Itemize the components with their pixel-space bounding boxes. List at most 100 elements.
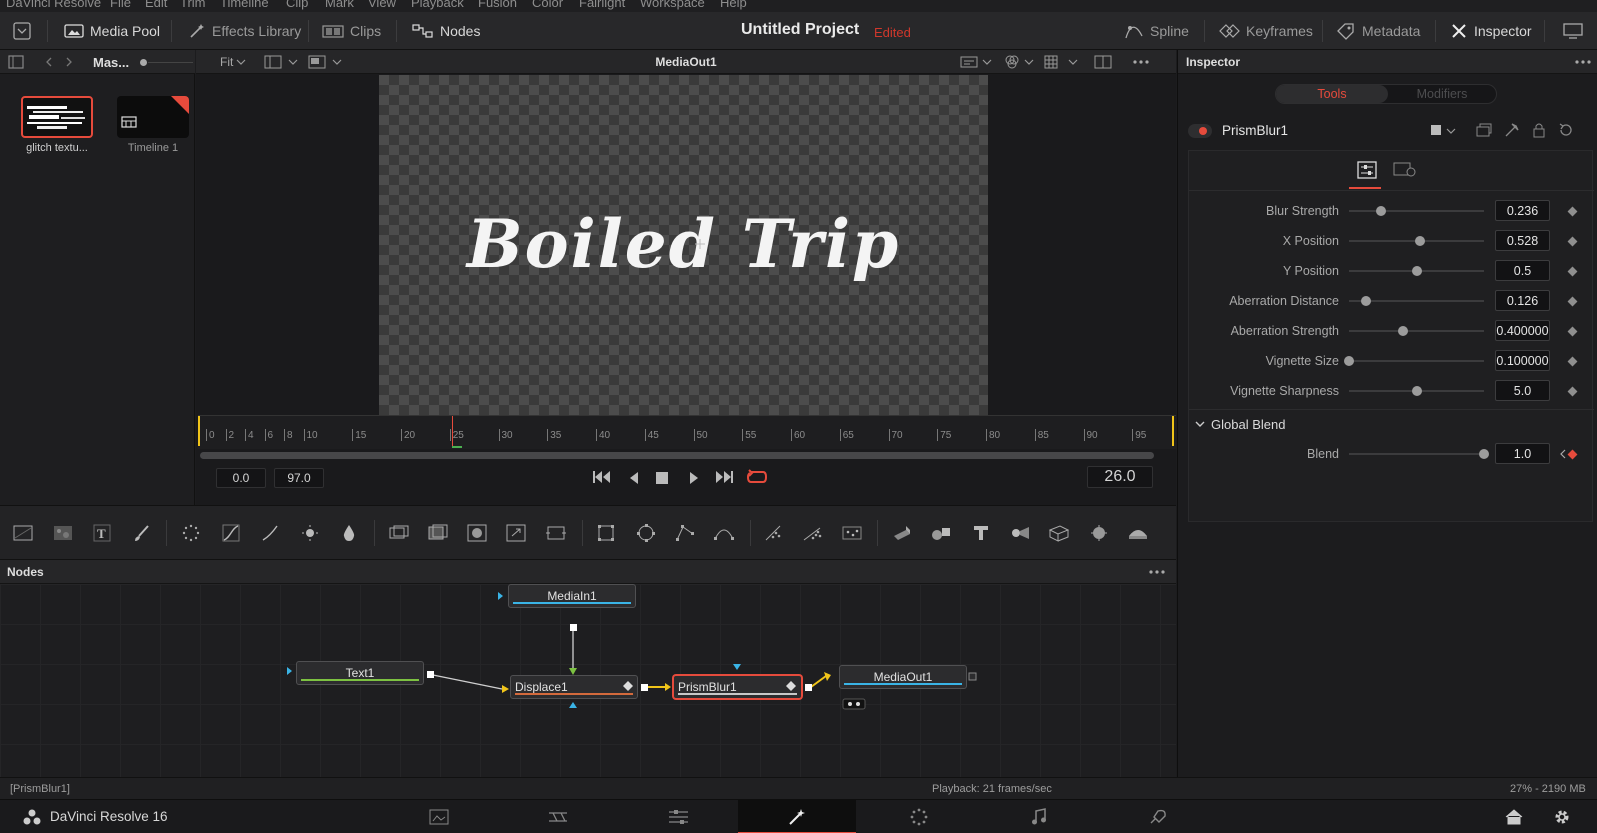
node-mediaout1[interactable]: MediaOut1 [839,665,967,689]
param-slider-track[interactable] [1349,330,1484,332]
param-slider-knob[interactable] [1415,236,1426,246]
chevron-down-icon[interactable] [1195,420,1205,428]
color-channel-icon[interactable] [1004,54,1020,70]
settings-gear-icon[interactable] [1552,807,1572,827]
drop-tool-icon[interactable] [338,522,360,544]
fairlight-page-icon[interactable] [1029,807,1049,827]
resize-tool-icon[interactable] [505,522,527,544]
media-clip-thumbnail-glitch[interactable] [21,96,93,138]
clips-button[interactable]: Clips [322,20,381,42]
brightness-contrast-tool-icon[interactable] [259,522,281,544]
chevron-down-icon[interactable] [1446,127,1456,135]
media-clip-thumbnail-timeline[interactable] [117,96,189,138]
paint-tool-icon[interactable] [131,522,153,544]
keyframes-button[interactable]: Keyframes [1218,20,1313,42]
timeline-scrollbar[interactable] [200,452,1154,459]
time-ruler[interactable]: 0 2 4 6 8 10 15 20 25 30 35 40 45 50 55 60 65 70 75 80 85 90 9… [198,415,1176,449]
tool-color-swatch[interactable] [1431,125,1441,135]
tool-enable-toggle[interactable] [1188,124,1212,138]
cut-page-icon[interactable] [547,807,567,827]
media-pool-button[interactable]: Media Pool [64,20,160,42]
chevron-down-icon[interactable] [1024,58,1034,66]
fast-noise-tool-icon[interactable] [52,522,74,544]
menu-clip[interactable]: Clip [286,0,308,10]
param-keyframe-button[interactable] [1567,206,1578,217]
merge-tool-icon[interactable] [388,522,410,544]
metadata-button[interactable]: Metadata [1336,20,1420,42]
loop-icon[interactable] [746,468,768,486]
node-graph-canvas[interactable]: MediaIn1 Text1 Displace1 PrismBlur1 Medi… [0,584,1176,777]
spherical-camera-tool-icon[interactable] [1127,522,1149,544]
edit-page-icon[interactable] [668,807,688,827]
nodes-button[interactable]: Nodes [412,20,480,42]
effects-library-button[interactable]: Effects Library [188,20,301,42]
param-slider-knob[interactable] [1398,326,1408,336]
skip-to-start-icon[interactable] [592,469,612,485]
skip-to-end-icon[interactable] [714,469,734,485]
settings-tab-icon[interactable] [1393,162,1417,178]
image-plane-3d-tool-icon[interactable] [1048,522,1070,544]
blend-value-field[interactable]: 1.0 [1495,443,1550,464]
menu-edit[interactable]: Edit [145,0,167,10]
param-keyframe-button[interactable] [1567,356,1578,367]
in-point-marker[interactable] [198,416,200,446]
param-value-field[interactable]: 0.528 [1495,230,1550,251]
param-slider-knob[interactable] [1411,386,1422,396]
param-keyframe-button[interactable] [1567,296,1578,307]
out-point-marker[interactable] [1172,416,1174,446]
node-mediain1[interactable]: MediaIn1 [508,584,636,608]
current-frame-field[interactable]: 26.0 [1087,466,1153,488]
more-options-icon[interactable] [1132,59,1150,65]
param-value-field[interactable]: 0.400000 [1495,320,1550,341]
shape-3d-tool-icon[interactable] [891,522,913,544]
text-3d-tool-icon[interactable] [970,522,992,544]
menu-view[interactable]: View [368,0,396,10]
menu-help[interactable]: Help [720,0,747,10]
more-options-icon[interactable] [1148,569,1166,575]
global-blend-section[interactable]: Global Blend [1189,409,1594,439]
tab-tools[interactable]: Tools [1276,85,1388,103]
param-value-field[interactable]: 0.126 [1495,290,1550,311]
p-render-tool-icon[interactable] [802,522,824,544]
menu-mark[interactable]: Mark [325,0,354,10]
ellipse-mask-tool-icon[interactable] [635,522,657,544]
channel-booleans-tool-icon[interactable] [427,522,449,544]
color-curves-tool-icon[interactable] [220,522,242,544]
play-reverse-icon[interactable] [628,471,640,485]
inspector-button[interactable]: Inspector [1450,20,1532,42]
particles-tool-icon[interactable] [180,522,202,544]
param-slider-knob[interactable] [1361,296,1371,306]
param-slider-knob[interactable] [1411,266,1422,276]
node-prismblur1[interactable]: PrismBlur1 [673,675,802,699]
rectangle-mask-tool-icon[interactable] [595,522,617,544]
param-value-field[interactable]: 5.0 [1495,380,1550,401]
background-tool-icon[interactable] [12,522,34,544]
bspline-mask-tool-icon[interactable] [713,522,735,544]
chevron-left-icon[interactable] [1559,449,1567,459]
playhead[interactable] [452,416,453,446]
menu-timeline[interactable]: Timeline [220,0,269,10]
param-slider-track[interactable] [1349,210,1484,212]
chevron-down-icon[interactable] [1068,58,1078,66]
camera-3d-tool-icon[interactable] [1009,522,1031,544]
text-tool-icon[interactable]: T [91,522,113,544]
blend-slider-track[interactable] [1349,453,1484,455]
grid-icon[interactable] [1044,55,1058,69]
play-icon[interactable] [688,471,700,485]
controls-tab-icon[interactable] [1357,161,1377,179]
menu-workspace[interactable]: Workspace [640,0,705,10]
thumbnail-size-slider-track[interactable] [148,62,193,63]
param-slider-knob[interactable] [1344,356,1354,366]
menu-fusion[interactable]: Fusion [478,0,517,10]
menu-trim[interactable]: Trim [180,0,206,10]
reset-icon[interactable] [1558,122,1574,138]
blend-slider-knob[interactable] [1479,449,1489,459]
transform-tool-icon[interactable] [545,522,567,544]
color-page-icon[interactable] [909,807,929,827]
param-slider-track[interactable] [1349,360,1484,362]
tab-modifiers[interactable]: Modifiers [1388,85,1496,103]
menu-davinci-resolve[interactable]: DaVinci Resolve [6,0,101,10]
pin-icon[interactable] [1504,122,1520,138]
fullscreen-button[interactable] [1563,20,1583,42]
polygon-mask-tool-icon[interactable] [674,522,696,544]
